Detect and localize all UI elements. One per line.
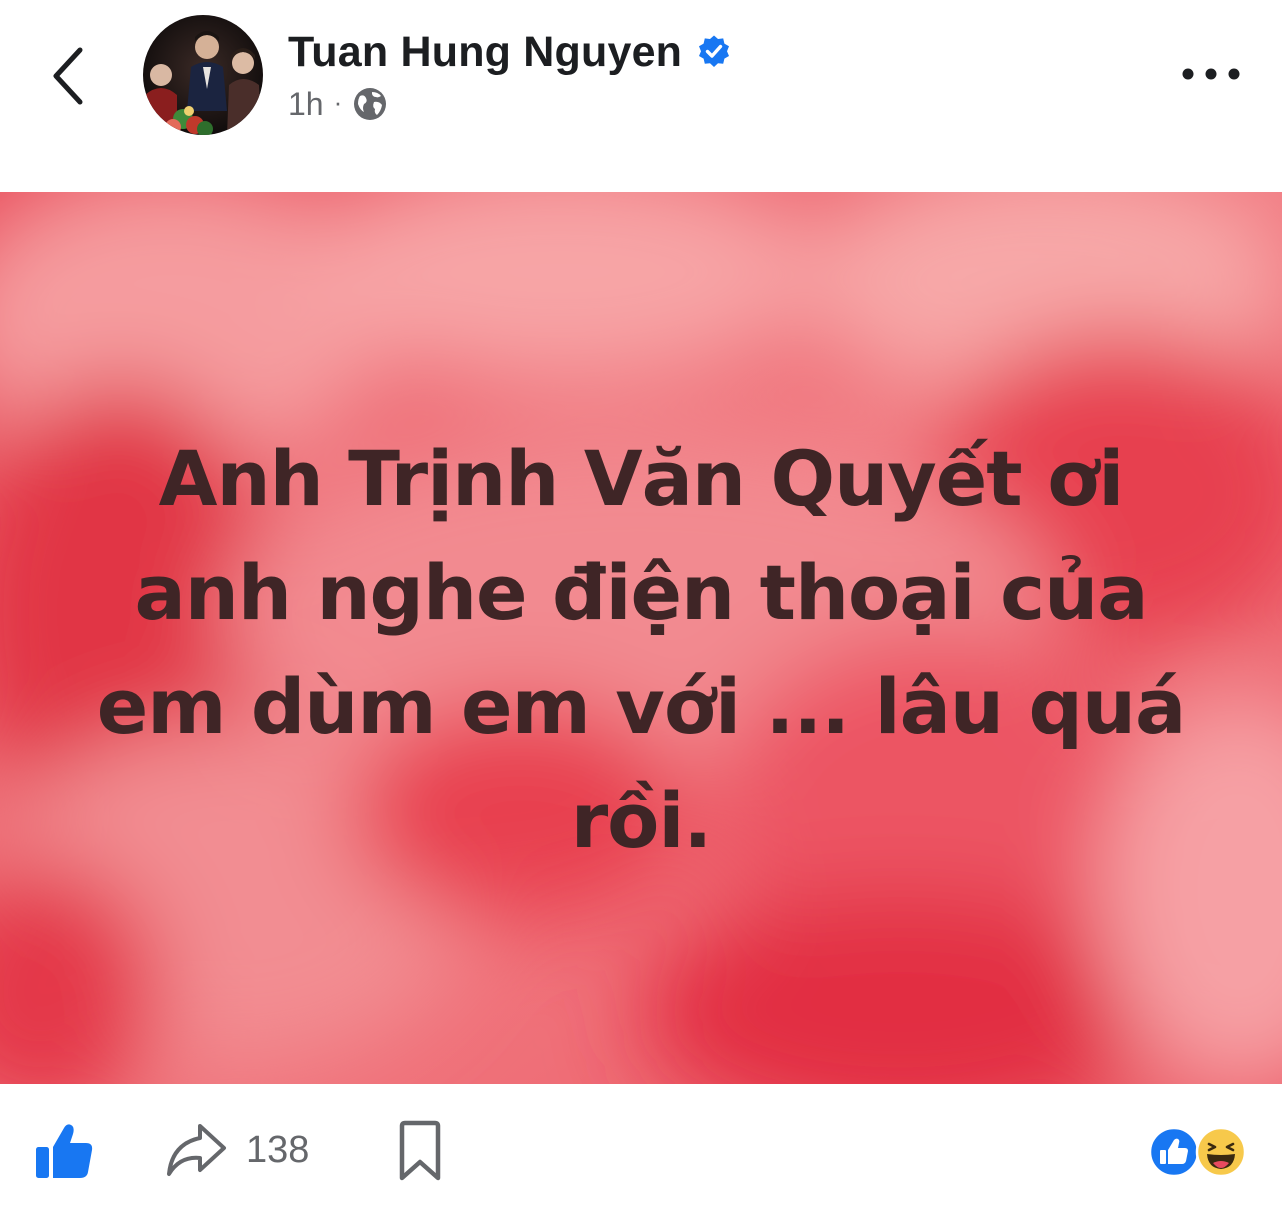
verified-badge-icon xyxy=(699,35,730,67)
like-thumb-icon xyxy=(36,1124,93,1178)
share-button[interactable] xyxy=(164,1120,228,1180)
like-button[interactable] xyxy=(34,1120,96,1182)
post-timestamp[interactable]: 1h xyxy=(288,86,324,123)
post-actions: 138 xyxy=(0,1084,1282,1217)
post-meta: 1h · xyxy=(288,82,388,126)
globe-icon[interactable] xyxy=(352,86,388,122)
meta-separator: · xyxy=(333,87,343,117)
reactions-summary[interactable] xyxy=(1148,1126,1250,1178)
more-horizontal-icon xyxy=(1182,68,1240,80)
back-button[interactable] xyxy=(40,40,100,112)
post-line-3: em dùm em với ... lâu quá xyxy=(96,662,1187,751)
haha-reaction-icon xyxy=(1195,1126,1247,1178)
post-line-1: Anh Trịnh Văn Quyết ơi xyxy=(158,434,1125,523)
author-line: Tuan Hung Nguyen xyxy=(288,24,732,80)
like-reaction-icon xyxy=(1148,1126,1200,1178)
share-count: 138 xyxy=(246,1129,310,1171)
save-button[interactable] xyxy=(397,1120,443,1182)
post-message: Anh Trịnh Văn Quyết ơi anh nghe điện tho… xyxy=(70,422,1212,878)
post-content: Anh Trịnh Văn Quyết ơi anh nghe điện tho… xyxy=(0,192,1282,1084)
post-header: Tuan Hung Nguyen 1h · xyxy=(0,0,1282,192)
bookmark-icon xyxy=(399,1120,441,1181)
more-options-button[interactable] xyxy=(1176,56,1246,92)
author-name[interactable]: Tuan Hung Nguyen xyxy=(288,28,682,77)
post-line-2: anh nghe điện thoại của xyxy=(134,548,1148,637)
post-line-4: rồi. xyxy=(570,776,713,865)
share-arrow-icon xyxy=(167,1124,226,1176)
author-avatar[interactable] xyxy=(143,15,263,135)
chevron-left-icon xyxy=(53,47,83,105)
